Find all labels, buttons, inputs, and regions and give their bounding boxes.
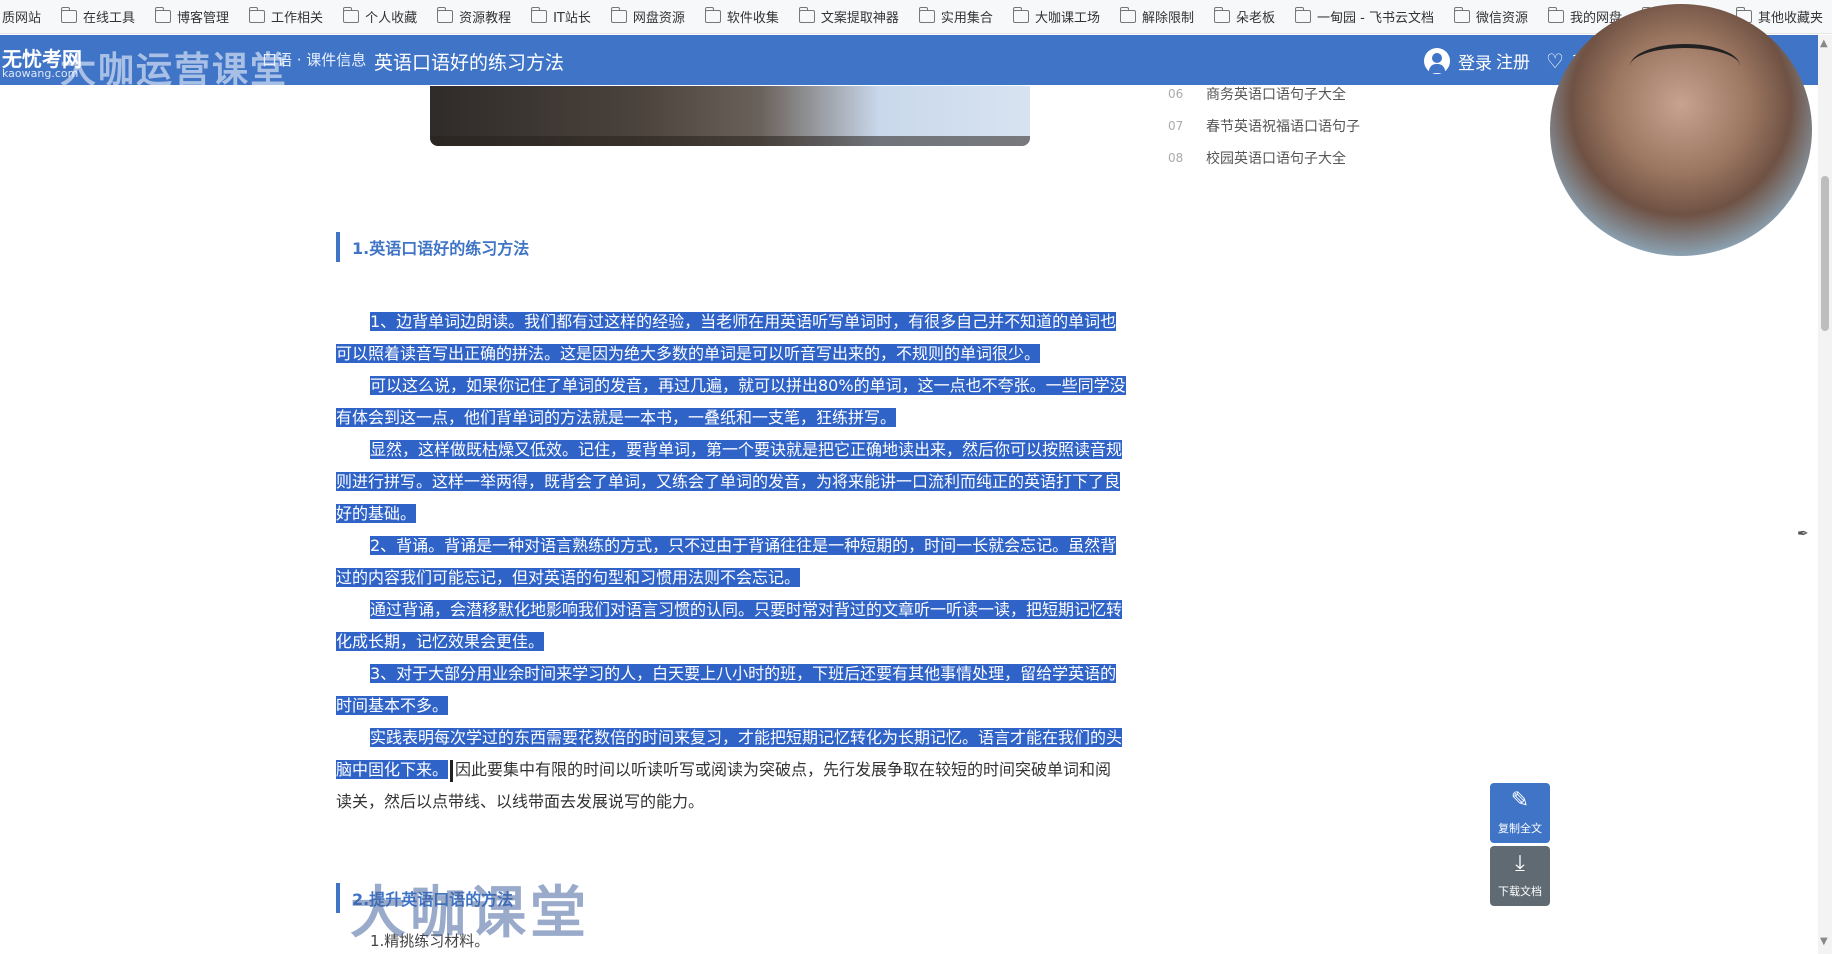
selected-text: 显然，这样做既枯燥又低效。记住，要背单词，第一个要诀就是把它正确地读出来，然后你…	[336, 440, 1123, 523]
paragraph: 1、边背单词边朗读。我们都有过这样的经验，当老师在用英语听写单词时，有很多自己并…	[336, 306, 1126, 370]
folder-icon	[798, 7, 815, 23]
folder-icon	[531, 7, 548, 23]
bookmark-item[interactable]: 博客管理	[155, 7, 229, 26]
bookmark-label: 朵老板	[1235, 11, 1275, 26]
download-button[interactable]: ⤓ 下载文档	[1490, 846, 1550, 906]
bookmark-label: 个人收藏	[365, 11, 418, 26]
folder-icon	[1213, 7, 1230, 23]
bookmark-label: 其他收藏夹	[1758, 11, 1824, 26]
paragraph: 可以这么说，如果你记住了单词的发音，再过几遍，就可以拼出80%的单词，这一点也不…	[336, 370, 1126, 434]
page-title: 英语口语好的练习方法	[374, 52, 565, 74]
related-num: 07	[1168, 119, 1184, 133]
bookmark-item[interactable]: 资源教程	[437, 7, 511, 26]
bookmark-label: 资源教程	[459, 11, 512, 26]
folder-icon	[1119, 7, 1136, 23]
folder-icon	[343, 7, 360, 23]
folder-icon	[1294, 7, 1311, 23]
bookmark-label: 工作相关	[271, 11, 324, 26]
video-watermark: 大咖运营课堂	[60, 50, 289, 91]
bookmark-item[interactable]: 大咖课工场	[1012, 7, 1100, 26]
bookmark-item[interactable]: 软件收集	[704, 7, 779, 26]
pen-cursor-icon: ✒	[1797, 526, 1809, 542]
folder-icon	[155, 7, 172, 23]
bookmark-item[interactable]: 个人收藏	[343, 7, 417, 26]
selected-text: 1、边背单词边朗读。我们都有过这样的经验，当老师在用英语听写单词时，有很多自己并…	[336, 312, 1117, 363]
bookmark-item[interactable]: 文案提取神器	[798, 7, 899, 26]
folder-icon	[1453, 7, 1470, 23]
bookmark-item[interactable]: 朵老板	[1213, 7, 1275, 26]
download-label: 下载文档	[1498, 885, 1542, 898]
paragraph: 实践表明每次学过的东西需要花数倍的时间来复习，才能把短期记忆转化为长期记忆。语言…	[336, 722, 1126, 818]
selected-text: 2、背诵。背诵是一种对语言熟练的方式，只不过由于背诵往往是一种短期的，时间一长就…	[336, 536, 1117, 587]
bookmark-item[interactable]: 实用集合	[918, 7, 993, 26]
bookmark-label: 解除限制	[1141, 11, 1194, 26]
site-header: 无忧考网 kaowang.com 大咖运营课堂 口语 · 课件信息 英语口语好的…	[0, 35, 1832, 91]
bookmark-item[interactable]: 微信资源	[1453, 7, 1528, 26]
paragraph: 2、背诵。背诵是一种对语言熟练的方式，只不过由于背诵往往是一种短期的，时间一长就…	[336, 530, 1126, 594]
bookmark-label: 质网站	[2, 11, 42, 26]
text-cursor-icon	[450, 759, 454, 782]
related-item[interactable]: 06 商务英语口语句子大全	[1168, 78, 1360, 110]
folder-icon	[249, 7, 266, 23]
copy-all-label: 复制全文	[1498, 822, 1542, 835]
bookmark-item[interactable]: 解除限制	[1119, 7, 1194, 26]
bookmark-item[interactable]: 网盘资源	[610, 7, 685, 26]
bookmark-label: 实用集合	[940, 11, 993, 26]
selected-text: 通过背诵，会潜移默化地影响我们对语言习惯的认同。只要时常对背过的文章听一听读一读…	[336, 600, 1123, 651]
bookmark-label: 一甸园 - 飞书云文档	[1316, 11, 1434, 26]
related-num: 06	[1168, 87, 1184, 101]
paragraph: 通过背诵，会潜移默化地影响我们对语言习惯的认同。只要时常对背过的文章听一听读一读…	[336, 594, 1126, 658]
bookmarks-bar: 质网站 在线工具 博客管理 工作相关 个人收藏 资源教程 IT站长 网盘资源 软件收集 文案提取神…	[0, 0, 1832, 34]
paragraph: 3、对于大部分用业余时间来学习的人，白天要上八小时的班，下班后还要有其他事情处理…	[336, 658, 1126, 722]
scrollbar-thumb[interactable]	[1821, 176, 1829, 331]
folder-icon	[1547, 7, 1564, 23]
folder-icon	[1012, 7, 1029, 23]
webcam-overlay	[1550, 4, 1812, 256]
folder-icon	[61, 7, 78, 23]
related-list: 06 商务英语口语句子大全 07 春节英语祝福语口语句子 08 校园英语口语句子…	[1168, 78, 1360, 174]
related-text: 商务英语口语句子大全	[1206, 87, 1346, 103]
section-heading-1: 1.英语口语好的练习方法	[336, 232, 529, 262]
user-icon	[1424, 48, 1450, 74]
selected-text: 3、对于大部分用业余时间来学习的人，白天要上八小时的班，下班后还要有其他事情处理…	[336, 664, 1117, 715]
paragraph: 显然，这样做既枯燥又低效。记住，要背单词，第一个要诀就是把它正确地读出来，然后你…	[336, 434, 1126, 530]
bookmark-label: 网盘资源	[632, 11, 685, 26]
breadcrumb[interactable]: 口语 · 课件信息	[262, 49, 366, 70]
related-text: 春节英语祝福语口语句子	[1206, 119, 1360, 135]
copy-all-button[interactable]: ✎ 复制全文	[1490, 783, 1550, 843]
article-hero-image	[430, 86, 1030, 146]
download-icon: ⤓	[1515, 851, 1525, 876]
article-body[interactable]: 1、边背单词边朗读。我们都有过这样的经验，当老师在用英语听写单词时，有很多自己并…	[336, 306, 1126, 818]
scrollbar-track[interactable]	[1818, 35, 1832, 954]
related-text: 校园英语口语句子大全	[1206, 151, 1346, 167]
bookmark-label: 软件收集	[726, 11, 779, 26]
folder-icon	[918, 7, 935, 23]
register-link[interactable]: 注册	[1496, 48, 1530, 73]
scroll-up-icon[interactable]: ▲	[1820, 38, 1828, 49]
login-button[interactable]: 登录	[1424, 48, 1492, 74]
bookmark-label: 在线工具	[83, 11, 136, 26]
bookmark-item[interactable]: 一甸园 - 飞书云文档	[1294, 7, 1434, 26]
selected-text: 可以这么说，如果你记住了单词的发音，再过几遍，就可以拼出80%的单词，这一点也不…	[336, 376, 1126, 427]
bookmark-item[interactable]: 质网站	[2, 7, 41, 26]
scroll-down-icon[interactable]: ▼	[1820, 936, 1828, 947]
folder-icon	[610, 7, 627, 23]
bookmark-item[interactable]: 在线工具	[61, 7, 135, 26]
bookmark-label: 文案提取神器	[820, 11, 899, 26]
bookmark-label: 博客管理	[177, 11, 230, 26]
folder-icon	[704, 7, 721, 23]
pen-icon: ✎	[1510, 788, 1530, 813]
bookmark-label: 微信资源	[1475, 11, 1528, 26]
video-watermark-bottom: 大咖课堂	[350, 881, 590, 946]
related-item[interactable]: 08 校园英语口语句子大全	[1168, 142, 1360, 174]
bookmark-label: 大咖课工场	[1034, 11, 1100, 26]
related-num: 08	[1168, 151, 1184, 165]
bookmark-item[interactable]: IT站长	[531, 7, 591, 26]
bookmark-item[interactable]: 工作相关	[249, 7, 323, 26]
login-label: 登录	[1458, 53, 1492, 74]
heart-icon[interactable]: ♡	[1546, 49, 1564, 73]
bookmark-label: IT站长	[553, 11, 591, 26]
related-item[interactable]: 07 春节英语祝福语口语句子	[1168, 110, 1360, 142]
folder-icon	[437, 7, 454, 23]
